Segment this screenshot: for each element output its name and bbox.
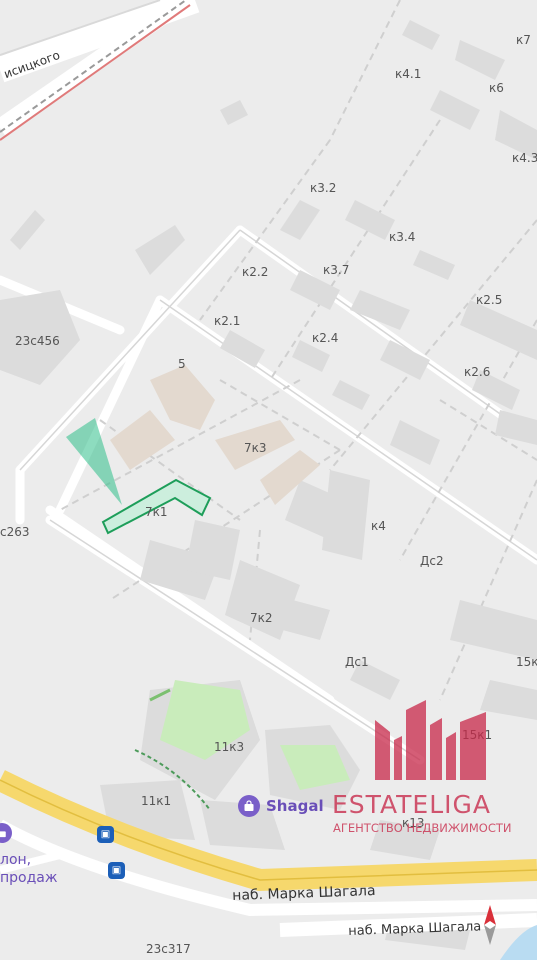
building-label: к2.5: [476, 293, 503, 307]
building-label: 23с317: [146, 942, 191, 956]
poi-name: Shagal: [266, 797, 324, 815]
map-canvas[interactable]: к7 к4.1 к6 к4.3 к3.2 к3.4 к2.2 к3.7 к2.5…: [0, 0, 537, 960]
building-label: 11к1: [141, 794, 172, 808]
building-label: 15к: [516, 655, 537, 669]
poi-left-line1: лон,: [0, 852, 32, 868]
building-label: к3.2: [310, 181, 337, 195]
building-label: к2.6: [464, 365, 491, 379]
building-label: 7к2: [250, 611, 273, 625]
building-label: к7: [516, 33, 531, 47]
building-label: к2.1: [214, 314, 241, 328]
building-label: Дс1: [345, 655, 369, 669]
building-label: к2.4: [312, 331, 339, 345]
building-label: Дс2: [420, 554, 444, 568]
building-label: 5: [178, 357, 186, 371]
building-label: 23с456: [15, 334, 60, 348]
building-label: с263: [0, 525, 30, 539]
building-label: к2.2: [242, 265, 269, 279]
building-label: 7к3: [244, 441, 267, 455]
building-label: к3.4: [389, 230, 416, 244]
building-label: 7к1: [145, 505, 168, 519]
poi-left-line2: продаж: [0, 870, 58, 886]
bus-stop-icon[interactable]: ▣: [108, 862, 125, 879]
poi-shagal[interactable]: Shagal: [238, 795, 324, 817]
building-label: к6: [489, 81, 504, 95]
bus-stop-icon[interactable]: ▣: [97, 826, 114, 843]
watermark-name: ESTATELIGA: [332, 790, 491, 819]
building-label: 11к3: [214, 740, 245, 754]
building-label: к4.1: [395, 67, 422, 81]
building-label: к3.7: [323, 263, 350, 277]
estateliga-logo: [375, 700, 486, 780]
shopping-bag-icon: [238, 795, 260, 817]
building-label: к4: [371, 519, 386, 533]
compass-north-icon[interactable]: [480, 903, 500, 947]
building-label: к4.3: [512, 151, 537, 165]
watermark-subtitle: АГЕНТСТВО НЕДВИЖИМОСТИ: [333, 821, 512, 835]
